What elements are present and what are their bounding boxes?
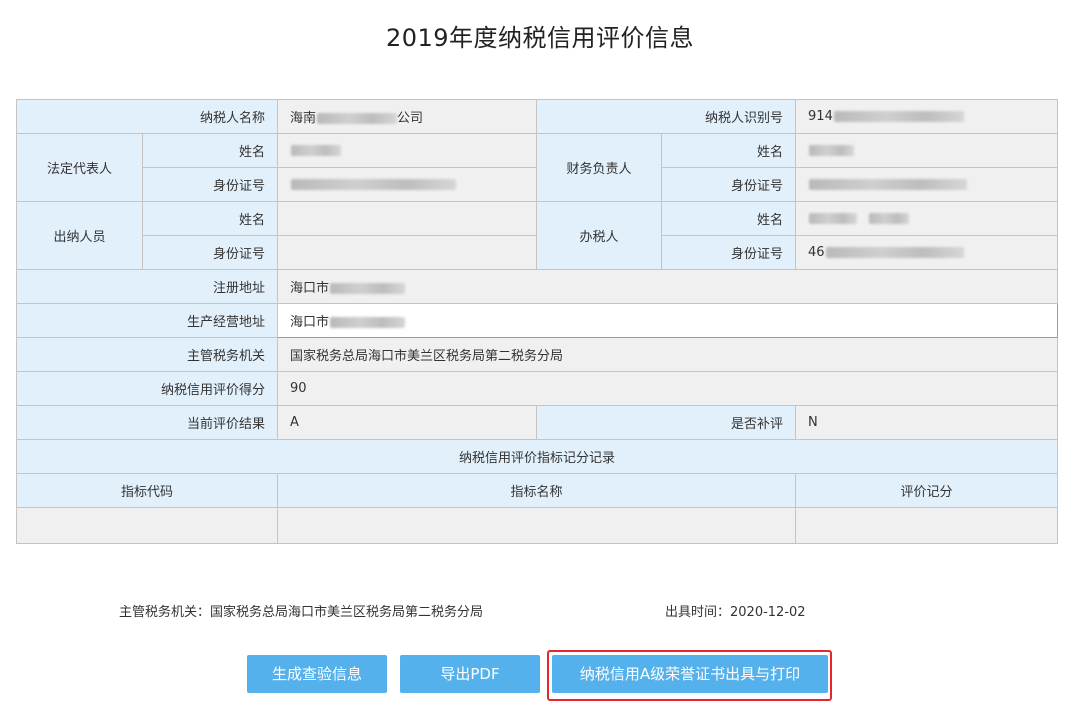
tax-authority-label: 主管税务机关: [15, 337, 279, 372]
table-row: 法定代表人 姓名 财务负责人 姓名: [16, 133, 1059, 202]
generate-verification-button[interactable]: 生成查验信息: [247, 655, 387, 693]
id-card-label: 身份证号: [141, 167, 279, 202]
taxpayer-name-value: 海南 公司: [277, 99, 538, 134]
table-row: 出纳人员 姓名 办税人 姓名: [16, 201, 1059, 270]
redacted-text: [330, 317, 406, 328]
name-label: 姓名: [661, 133, 797, 168]
finance-head-label: 财务负责人: [536, 133, 663, 202]
empty-cell: [795, 507, 1059, 544]
table-row: 主管税务机关 国家税务总局海口市美兰区税务局第二税务分局: [15, 337, 1059, 372]
column-header-score: 评价记分: [795, 473, 1059, 508]
credit-info-table: 纳税人名称 海南 公司 纳税人识别号 914 法定代表人 姓名 财务负责人 姓名 …: [15, 99, 1059, 544]
empty-cell: [15, 507, 279, 544]
taxpayer-name-label: 纳税人名称: [15, 99, 279, 134]
legal-rep-id-value: [277, 167, 538, 202]
redacted-text: [809, 145, 855, 156]
redacted-text: [291, 179, 457, 190]
id-card-label: 身份证号: [661, 167, 797, 202]
table-header-row: 指标代码 指标名称 评价记分: [15, 473, 1059, 508]
business-address-field[interactable]: 海口市: [277, 303, 1059, 338]
registered-address-value: 海口市: [277, 269, 1059, 304]
table-row: 注册地址 海口市: [15, 269, 1059, 304]
legal-rep-name-value: [277, 133, 538, 168]
tax-agent-id-value: 46: [795, 235, 1059, 270]
redacted-text: [869, 213, 910, 224]
redacted-text: [809, 179, 968, 190]
column-header-code: 指标代码: [15, 473, 279, 508]
current-result-value: A: [277, 405, 538, 440]
id-card-label: 身份证号: [661, 235, 797, 270]
cashier-id-value: [277, 235, 538, 270]
business-address-label: 生产经营地址: [15, 303, 279, 338]
tax-authority-value: 国家税务总局海口市美兰区税务局第二税务分局: [277, 337, 1059, 372]
redacted-text: [809, 213, 858, 224]
name-label: 姓名: [141, 133, 279, 168]
registered-address-label: 注册地址: [15, 269, 279, 304]
re-evaluation-label: 是否补评: [536, 405, 797, 440]
highlight-box: [547, 650, 832, 701]
section-title: 纳税信用评价指标记分记录: [15, 439, 1059, 474]
re-evaluation-value: N: [795, 405, 1059, 440]
finance-head-name-value: [795, 133, 1059, 168]
name-label: 姓名: [141, 201, 279, 236]
taxpayer-id-label: 纳税人识别号: [536, 99, 797, 134]
credit-score-value: 90: [277, 371, 1059, 406]
redacted-text: [825, 247, 964, 258]
finance-head-id-value: [795, 167, 1059, 202]
export-pdf-button[interactable]: 导出PDF: [400, 655, 540, 693]
id-card-label: 身份证号: [141, 235, 279, 270]
tax-agent-label: 办税人: [536, 201, 663, 270]
credit-score-label: 纳税信用评价得分: [15, 371, 279, 406]
table-row: 当前评价结果 A 是否补评 N: [15, 405, 1059, 440]
redacted-text: [833, 111, 964, 122]
tax-agent-name-value: [795, 201, 1059, 236]
footer-issue-time: 出具时间：2020-12-02: [665, 605, 806, 620]
legal-rep-label: 法定代表人: [16, 133, 143, 202]
taxpayer-id-value: 914: [795, 99, 1059, 134]
table-row: [15, 507, 1059, 544]
footer-authority: 主管税务机关：国家税务总局海口市美兰区税务局第二税务分局: [119, 605, 484, 620]
table-row: 生产经营地址 海口市: [15, 303, 1059, 338]
empty-cell: [277, 507, 797, 544]
redacted-text: [330, 283, 406, 294]
redacted-text: [317, 113, 398, 124]
redacted-text: [291, 145, 342, 156]
page-title: 2019年度纳税信用评价信息: [385, 24, 695, 52]
name-label: 姓名: [661, 201, 797, 236]
table-row: 纳税信用评价得分 90: [15, 371, 1059, 406]
table-row: 纳税人名称 海南 公司 纳税人识别号 914: [15, 99, 1059, 134]
current-result-label: 当前评价结果: [15, 405, 279, 440]
cashier-label: 出纳人员: [16, 201, 143, 270]
table-row: 纳税信用评价指标记分记录: [15, 439, 1059, 474]
column-header-name: 指标名称: [277, 473, 797, 508]
cashier-name-value: [277, 201, 538, 236]
